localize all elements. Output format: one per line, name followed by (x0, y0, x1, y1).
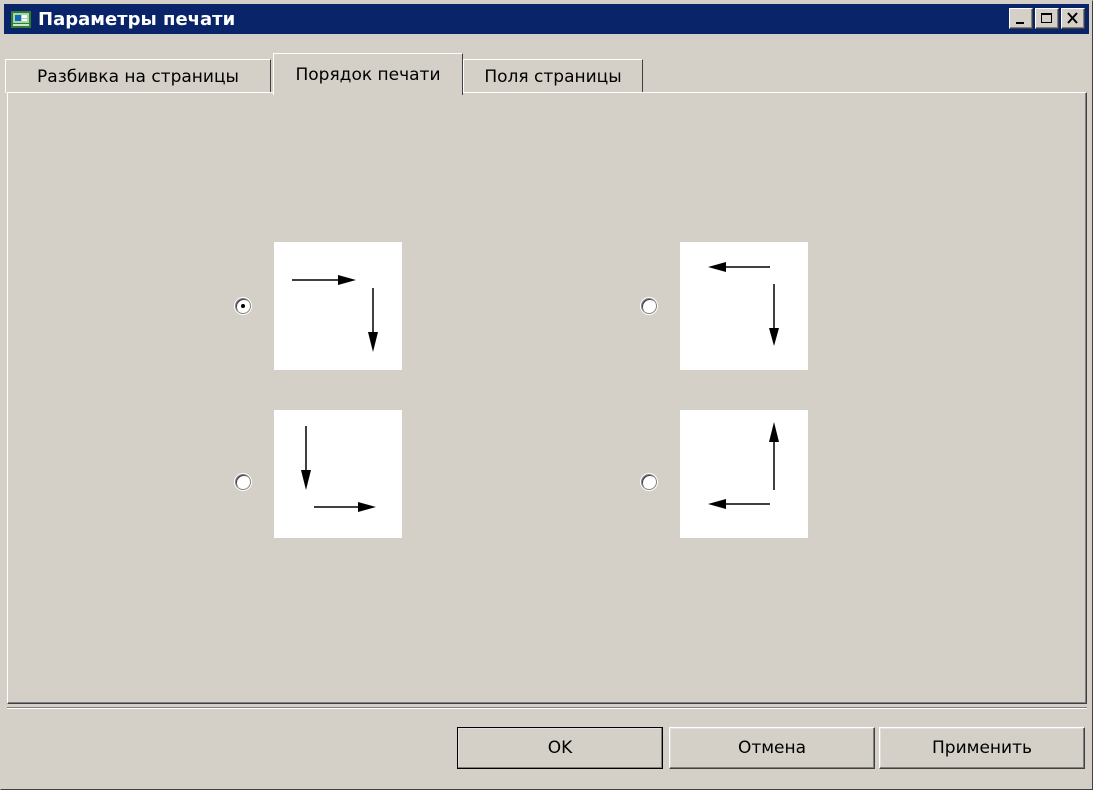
print-settings-dialog: Параметры печати Разбивка на страницы По… (0, 0, 1093, 790)
preview-down-then-right[interactable] (274, 410, 402, 538)
maximize-icon (1041, 13, 1052, 23)
tab-print-order[interactable]: Порядок печати (273, 53, 463, 95)
ok-button[interactable]: OK (457, 727, 663, 769)
tab-label: Разбивка на страницы (37, 66, 239, 87)
window-title: Параметры печати (38, 8, 236, 30)
cancel-button-label: Отмена (737, 738, 807, 758)
radio-left-then-up[interactable] (641, 474, 657, 490)
arrow-left-then-down-icon (708, 262, 779, 346)
minimize-button[interactable] (1009, 8, 1033, 29)
arrow-left-then-up-icon (708, 422, 779, 509)
tab-label: Порядок печати (295, 64, 441, 85)
tab-page-breaks[interactable]: Разбивка на страницы (5, 59, 271, 93)
close-button[interactable] (1061, 8, 1085, 29)
title-bar[interactable]: Параметры печати (4, 4, 1089, 34)
footer-divider (7, 707, 1087, 709)
ok-button-label: OK (547, 738, 573, 758)
close-icon (1067, 12, 1078, 24)
preview-right-then-down[interactable] (274, 242, 402, 370)
print-order-panel (7, 92, 1087, 704)
tab-label: Поля страницы (484, 66, 622, 87)
radio-left-then-down[interactable] (641, 298, 657, 314)
app-icon (11, 11, 31, 28)
radio-down-then-right[interactable] (235, 474, 251, 490)
apply-button-label: Применить (932, 738, 1032, 758)
tab-page-margins[interactable]: Поля страницы (463, 59, 643, 93)
cancel-button[interactable]: Отмена (669, 727, 875, 769)
minimize-icon (1016, 22, 1024, 24)
arrow-right-then-down-icon (292, 275, 378, 352)
apply-button[interactable]: Применить (879, 727, 1085, 769)
preview-left-then-up[interactable] (680, 410, 808, 538)
preview-left-then-down[interactable] (680, 242, 808, 370)
arrow-down-then-right-icon (301, 426, 376, 512)
maximize-button[interactable] (1035, 8, 1059, 29)
radio-right-then-down[interactable] (235, 298, 251, 314)
